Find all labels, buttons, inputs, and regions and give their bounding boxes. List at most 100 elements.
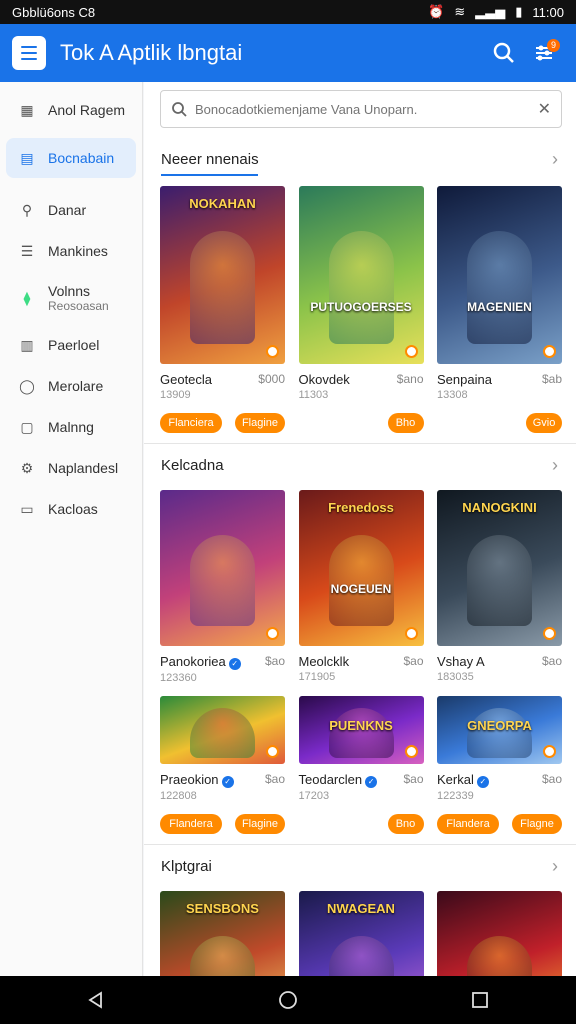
menu-button[interactable]	[12, 36, 46, 70]
secondary-action-button[interactable]: Flandera	[437, 814, 499, 834]
game-thumbnail[interactable]	[160, 490, 285, 646]
game-thumbnail[interactable]: NWAGEAN	[298, 891, 424, 976]
section-header[interactable]: Klptgrai ›	[144, 851, 576, 881]
game-price: $ab	[541, 372, 562, 386]
verified-icon: ✓	[476, 776, 489, 788]
game-thumbnail[interactable]	[437, 891, 562, 976]
thumbnail-bottom-art: NOGEUEN	[330, 582, 392, 596]
badge-icon	[266, 745, 279, 758]
game-card[interactable]: Panokoriea ✓ $ao 123360	[160, 490, 285, 684]
game-name: Panokoriea	[160, 654, 226, 669]
sidebar-item[interactable]: ⚲ Danar	[0, 190, 142, 230]
game-card[interactable]: GNEORPA Kerkal ✓ $ao 122339	[437, 696, 562, 802]
character-art	[328, 535, 394, 626]
game-thumbnail[interactable]: PUENKNS	[298, 696, 424, 764]
game-thumbnail[interactable]: Frenedoss NOGEUEN	[298, 490, 424, 646]
character-art	[328, 936, 394, 976]
game-card[interactable]: SENSBONS	[160, 891, 285, 976]
status-bar: Gbblü6ons C8 ⏰ ≋ ▂▃▅ ▮ 11:00	[0, 0, 576, 24]
wifi-icon: ≋	[454, 4, 466, 19]
thumbnail-title-art: Frenedoss	[328, 500, 394, 515]
game-thumbnail[interactable]: NANOGKINI	[437, 490, 562, 646]
app-bar: Tok A Aptlik lbngtai 9	[0, 24, 576, 82]
back-icon[interactable]	[87, 991, 105, 1009]
game-grid: SENSBONS NWAGEAN	[144, 891, 576, 976]
game-thumbnail[interactable]	[160, 696, 285, 764]
character-art	[467, 231, 532, 344]
primary-action-button[interactable]: Bno	[387, 814, 424, 834]
verified-icon: ✓	[228, 658, 241, 670]
chevron-right-icon[interactable]: ›	[552, 455, 558, 476]
sidebar-item-label: Anol Ragem	[48, 102, 126, 118]
notifications-button[interactable]: 9	[524, 33, 564, 73]
primary-action-button[interactable]: Gvio	[526, 413, 562, 433]
game-downloads: 17203	[298, 790, 330, 802]
sidebar-item[interactable]: ▦ Anol Ragem	[0, 90, 142, 130]
search-icon: ⚲	[21, 201, 33, 218]
game-card[interactable]: Praeokion ✓ $ao 122808	[160, 696, 285, 802]
thumbnail-title-art: NOKAHAN	[189, 196, 256, 211]
gear-icon: ⚙	[20, 459, 34, 476]
chevron-right-icon[interactable]: ›	[552, 149, 558, 170]
section-title: Neeer nnenais	[161, 150, 259, 168]
primary-action-button[interactable]: Flagne	[512, 814, 562, 834]
section-title: Kelcadna	[161, 456, 224, 474]
game-card[interactable]: NWAGEAN	[298, 891, 424, 976]
game-card[interactable]: Frenedoss NOGEUEN Meolcklk $ao 171905	[298, 490, 424, 684]
game-card[interactable]: NOKAHAN Geotecla $000 13909	[160, 186, 285, 401]
game-card[interactable]: MAGENIEN Senpaina $ab 13308	[437, 186, 562, 401]
badge-icon	[543, 345, 556, 358]
game-thumbnail[interactable]: NOKAHAN	[160, 186, 285, 364]
sidebar-item-label: Danar	[48, 202, 87, 218]
search-input[interactable]	[195, 101, 538, 117]
section-header[interactable]: Neeer nnenais ›	[144, 144, 576, 174]
game-name: Geotecla	[160, 372, 213, 387]
game-thumbnail[interactable]: GNEORPA	[437, 696, 562, 764]
sidebar-item[interactable]: ▤ Bocnabain	[6, 138, 136, 178]
clear-icon[interactable]: ✕	[538, 99, 551, 119]
sidebar-item[interactable]: ⚙ Naplandesl	[0, 448, 142, 488]
game-name: Okovdek	[298, 372, 350, 387]
primary-action-button[interactable]: Bho	[387, 413, 424, 433]
sidebar-item[interactable]: ◯ Merolare	[0, 366, 142, 406]
character-art	[467, 708, 532, 758]
game-price: $000	[258, 372, 285, 386]
game-price: $ao	[541, 654, 562, 668]
chevron-right-icon[interactable]: ›	[552, 856, 558, 877]
sidebar-item[interactable]: ☰ Mankines	[0, 231, 142, 271]
search-icon	[172, 102, 187, 117]
game-card[interactable]: NANOGKINI Vshay A $ao 183035	[437, 490, 562, 684]
game-thumbnail[interactable]: MAGENIEN	[437, 186, 562, 364]
game-card[interactable]: PUTUOGOERSES Okovdek $ano 11303	[298, 186, 424, 401]
recents-icon[interactable]	[471, 991, 489, 1009]
android-icon: ⧫	[23, 289, 31, 306]
sidebar-item[interactable]: ▥ Paerloel	[0, 325, 142, 365]
section-header[interactable]: Kelcadna ›	[144, 450, 576, 480]
primary-action-button[interactable]: Flagine	[235, 413, 285, 433]
thumbnail-bottom-art: MAGENIEN	[467, 300, 532, 314]
game-card[interactable]: PUENKNS Teodarclen ✓ $ao 17203	[298, 696, 424, 802]
apps-icon: ▦	[20, 101, 34, 118]
secondary-action-button[interactable]: Flandera	[160, 814, 222, 834]
sidebar-item[interactable]: ▢ Malnng	[0, 407, 142, 447]
section-divider	[144, 844, 576, 845]
character-art	[190, 535, 255, 626]
game-grid: NOKAHAN Geotecla $000 13909 PUTUOGOERSES Okov…	[144, 186, 576, 401]
battery-icon: ▮	[515, 4, 523, 19]
primary-action-button[interactable]: Flagine	[235, 814, 285, 834]
game-thumbnail[interactable]: SENSBONS	[160, 891, 285, 976]
game-card[interactable]	[437, 891, 562, 976]
app-title: Tok A Aptlik lbngtai	[60, 40, 243, 65]
game-price: $ano	[396, 372, 424, 386]
game-downloads: 183035	[437, 671, 474, 683]
home-icon[interactable]	[278, 990, 298, 1010]
game-grid: Praeokion ✓ $ao 122808 PUENKNS Teodarclen ✓ $ao…	[144, 696, 576, 802]
search-button[interactable]	[484, 33, 524, 73]
sidebar-item[interactable]: ⧫ Volnns Reosoasan	[0, 272, 142, 324]
sidebar-item-label: Merolare	[48, 378, 104, 394]
secondary-action-button[interactable]: Flanciera	[160, 413, 222, 433]
search-bar[interactable]: ✕	[160, 90, 562, 128]
game-thumbnail[interactable]: PUTUOGOERSES	[298, 186, 424, 364]
sidebar-item[interactable]: ▭ Kacloas	[0, 489, 142, 529]
game-price: $ao	[403, 772, 424, 786]
